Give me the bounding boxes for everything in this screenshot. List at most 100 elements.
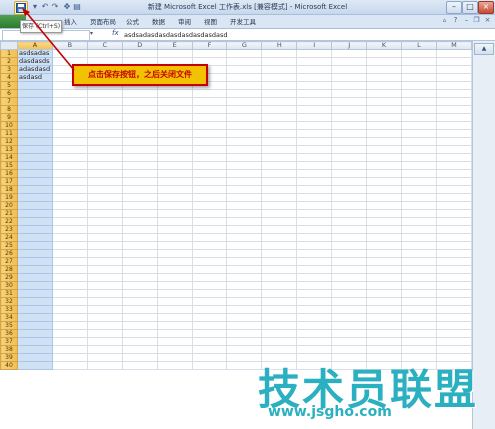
cell[interactable] [296,89,333,98]
cell[interactable] [261,169,298,178]
cell[interactable] [51,265,88,274]
cell[interactable] [435,281,472,290]
cell[interactable] [191,89,228,98]
cell[interactable] [51,233,88,242]
cell[interactable] [191,281,228,290]
cell[interactable] [86,201,123,210]
cell[interactable] [121,337,158,346]
cell[interactable] [156,233,193,242]
cell[interactable] [51,281,88,290]
cell[interactable] [86,177,123,186]
cell[interactable] [226,49,263,58]
cell[interactable] [226,361,263,370]
cell[interactable] [16,129,53,138]
cell[interactable] [51,105,88,114]
cell[interactable] [261,89,298,98]
row-header[interactable]: 20 [0,201,18,210]
cell[interactable] [331,225,368,234]
cell[interactable] [296,177,333,186]
cell[interactable] [121,297,158,306]
cell[interactable] [331,65,368,74]
cell[interactable] [366,161,403,170]
cell[interactable] [156,297,193,306]
cell[interactable] [331,137,368,146]
cell[interactable] [86,345,123,354]
cell[interactable] [401,49,437,58]
row-header[interactable]: 40 [0,361,18,370]
cell[interactable] [435,97,472,106]
cell[interactable] [401,329,437,338]
row-header[interactable]: 30 [0,281,18,290]
cell[interactable] [296,65,333,74]
row-header[interactable]: 17 [0,177,18,186]
cell[interactable] [261,49,298,58]
cell[interactable] [366,169,403,178]
column-header-b[interactable]: B [51,41,88,50]
cell[interactable] [16,249,53,258]
cell[interactable] [435,217,472,226]
column-header-d[interactable]: D [121,41,158,50]
cell[interactable] [156,89,193,98]
cell[interactable] [331,289,368,298]
cell[interactable] [226,353,263,362]
cell[interactable] [435,153,472,162]
cell[interactable] [191,297,228,306]
cell[interactable] [226,313,263,322]
cell[interactable] [226,57,263,66]
row-header[interactable]: 9 [0,113,18,122]
cell[interactable] [86,329,123,338]
cell[interactable] [121,249,158,258]
row-header[interactable]: 19 [0,193,18,202]
cell[interactable] [16,273,53,282]
cell[interactable] [156,225,193,234]
close-button[interactable]: × [478,1,494,14]
cell[interactable] [16,153,53,162]
cell[interactable] [121,217,158,226]
cell[interactable] [86,257,123,266]
cell[interactable] [366,145,403,154]
row-header[interactable]: 34 [0,313,18,322]
cell[interactable] [261,313,298,322]
cell[interactable] [296,233,333,242]
cell[interactable] [331,329,368,338]
cell[interactable] [401,289,437,298]
cell[interactable] [86,121,123,130]
cell[interactable] [51,121,88,130]
cell[interactable] [435,145,472,154]
cell[interactable] [156,273,193,282]
cell[interactable] [331,49,368,58]
cell[interactable] [16,281,53,290]
insert-function-icon[interactable]: fx [112,29,119,37]
column-header-h[interactable]: H [261,41,298,50]
cell[interactable] [191,305,228,314]
cell[interactable] [51,89,88,98]
cell[interactable] [226,65,263,74]
cell[interactable] [156,137,193,146]
row-header[interactable]: 21 [0,209,18,218]
row-header[interactable]: 22 [0,217,18,226]
cell[interactable] [86,105,123,114]
cell[interactable] [16,361,53,370]
cell[interactable] [226,161,263,170]
cell[interactable] [366,249,403,258]
cell[interactable] [296,329,333,338]
cell[interactable] [261,233,298,242]
cell[interactable] [156,313,193,322]
cell[interactable] [366,121,403,130]
row-header[interactable]: 5 [0,81,18,90]
cell-a1-text[interactable]: asdasd [16,73,53,82]
cell[interactable] [86,113,123,122]
cell[interactable] [261,281,298,290]
cell[interactable] [86,337,123,346]
cell[interactable] [261,73,298,82]
row-header[interactable]: 18 [0,185,18,194]
cell[interactable] [121,321,158,330]
cell[interactable] [226,305,263,314]
cell[interactable] [226,185,263,194]
column-header-l[interactable]: L [401,41,437,50]
cell[interactable] [226,257,263,266]
cell[interactable] [401,233,437,242]
cell[interactable] [261,297,298,306]
cell[interactable] [296,161,333,170]
row-header[interactable]: 13 [0,145,18,154]
